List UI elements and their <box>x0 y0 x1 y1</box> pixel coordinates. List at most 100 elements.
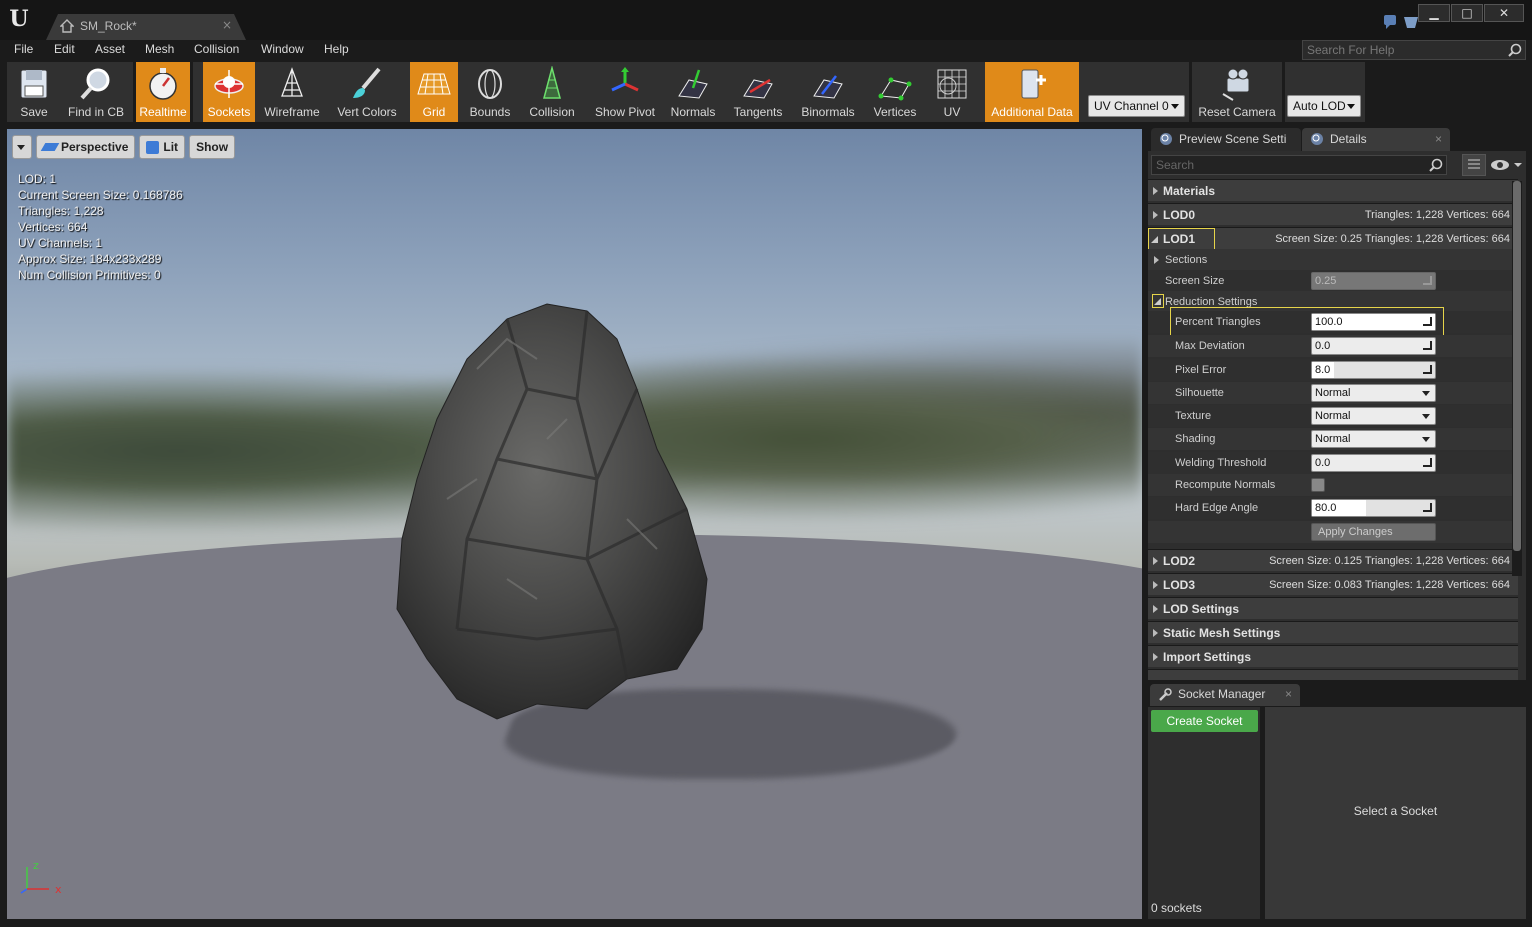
binormals-toggle[interactable]: Binormals <box>797 62 859 122</box>
lit-button[interactable]: Lit <box>139 135 186 159</box>
apply-changes-button[interactable]: Apply Changes <box>1311 523 1436 541</box>
find-in-cb-label: Find in CB <box>67 105 125 119</box>
pixel-error-slider[interactable]: 8.0 <box>1311 361 1436 379</box>
category-materials[interactable]: Materials <box>1148 179 1518 201</box>
collapse-arrow-icon <box>1154 298 1161 305</box>
pixel-error-label: Pixel Error <box>1175 364 1227 376</box>
details-search-input[interactable]: Search <box>1151 155 1447 175</box>
tab-preview-scene-settings[interactable]: Preview Scene Setti <box>1151 128 1301 151</box>
create-socket-button[interactable]: Create Socket <box>1151 710 1258 732</box>
lod2-label: LOD2 <box>1163 554 1196 568</box>
category-lod0[interactable]: LOD0 Triangles: 1,228 Vertices: 664 <box>1148 203 1518 225</box>
normals-toggle[interactable]: Normals <box>667 62 719 122</box>
category-lod2[interactable]: LOD2 Screen Size: 0.125 Triangles: 1,228 … <box>1148 549 1518 571</box>
save-label: Save <box>20 105 48 119</box>
max-deviation-field[interactable]: 0.0 <box>1311 337 1436 355</box>
uv-channel-dropdown[interactable]: UV Channel 0 <box>1088 95 1185 117</box>
viewport-options-button[interactable] <box>12 135 32 159</box>
category-static-mesh-settings[interactable]: Static Mesh Settings <box>1148 621 1518 643</box>
uv-label: UV <box>943 105 961 119</box>
wireframe-icon <box>281 67 303 97</box>
sockets-toggle[interactable]: Sockets <box>203 62 255 122</box>
notification-icons[interactable] <box>1382 14 1422 30</box>
lod3-label: LOD3 <box>1163 578 1196 592</box>
category-import-settings[interactable]: Import Settings <box>1148 645 1518 667</box>
perspective-button[interactable]: Perspective <box>36 135 136 159</box>
binormals-icon <box>813 75 843 99</box>
toolbar-divider <box>190 62 193 122</box>
help-search-input[interactable]: Search For Help <box>1302 40 1526 60</box>
menu-window[interactable]: Window <box>261 42 304 56</box>
rock-mesh[interactable] <box>387 299 717 729</box>
stat-collision-primitives: Num Collision Primitives: 0 <box>18 268 161 282</box>
menu-help[interactable]: Help <box>324 42 349 56</box>
hard-edge-angle-slider[interactable]: 80.0 <box>1311 499 1436 517</box>
show-label: Show <box>196 140 229 154</box>
close-tab-icon[interactable]: × <box>222 18 232 32</box>
unreal-logo-icon[interactable]: U <box>6 6 32 32</box>
eye-icon[interactable] <box>1490 157 1522 173</box>
shading-dropdown[interactable]: Normal <box>1311 430 1436 448</box>
toolbar-divider <box>1189 62 1192 122</box>
realtime-label: Realtime <box>139 105 187 119</box>
document-tab[interactable]: SM_Rock* × <box>46 14 246 40</box>
texture-dropdown[interactable]: Normal <box>1311 407 1436 425</box>
collision-toggle[interactable]: Collision <box>521 62 583 122</box>
reset-camera-button[interactable]: Reset Camera <box>1195 62 1279 122</box>
menu-collision[interactable]: Collision <box>194 42 239 56</box>
view-options-button[interactable] <box>1462 154 1486 176</box>
bounds-toggle[interactable]: Bounds <box>460 62 520 122</box>
menu-mesh[interactable]: Mesh <box>145 42 174 56</box>
viewport[interactable]: Perspective Lit Show LOD: 1 Current Scre… <box>7 129 1142 919</box>
close-tab-icon[interactable]: × <box>1285 684 1292 705</box>
lod2-info: Screen Size: 0.125 Triangles: 1,228 Vert… <box>1269 555 1510 567</box>
row-sections[interactable]: Sections <box>1148 249 1518 271</box>
socket-details: Select a Socket <box>1265 707 1526 919</box>
search-icon <box>1508 43 1522 57</box>
document-tab-title: SM_Rock* <box>80 19 137 33</box>
uv-toggle[interactable]: UV <box>927 62 977 122</box>
details-scrollbar-thumb[interactable] <box>1513 181 1521 551</box>
row-texture: Texture Normal <box>1148 405 1518 427</box>
info-icon <box>1160 133 1172 145</box>
tab-socket-manager[interactable]: Socket Manager × <box>1150 684 1300 706</box>
minimize-button[interactable]: ▁ <box>1418 4 1450 22</box>
axis-gizmo: z x <box>20 859 62 896</box>
wireframe-toggle[interactable]: Wireframe <box>257 62 327 122</box>
welding-threshold-label: Welding Threshold <box>1175 457 1267 469</box>
vertices-toggle[interactable]: Vertices <box>867 62 923 122</box>
search-icon <box>1429 158 1443 172</box>
find-in-cb-button[interactable]: Find in CB <box>61 62 131 122</box>
recompute-normals-checkbox[interactable] <box>1311 478 1325 492</box>
tangents-toggle[interactable]: Tangents <box>727 62 789 122</box>
magnifier-icon <box>80 68 110 100</box>
toolbar-extra: UV Channel 0 Reset Camera Auto LOD <box>1085 62 1365 122</box>
category-partial[interactable] <box>1148 669 1518 680</box>
expand-arrow-icon <box>1154 256 1159 264</box>
menu-asset[interactable]: Asset <box>95 42 125 56</box>
auto-lod-dropdown[interactable]: Auto LOD <box>1287 95 1361 117</box>
socket-list <box>1148 707 1260 919</box>
max-deviation-value: 0.0 <box>1315 340 1331 352</box>
maximize-button[interactable]: □ <box>1451 4 1483 22</box>
save-button[interactable]: Save <box>7 62 61 122</box>
vert-colors-toggle[interactable]: Vert Colors <box>329 62 405 122</box>
viewport-buttons: Perspective Lit Show <box>12 135 236 159</box>
realtime-toggle[interactable]: Realtime <box>136 62 190 122</box>
show-pivot-toggle[interactable]: Show Pivot <box>585 62 665 122</box>
help-search-placeholder: Search For Help <box>1307 43 1395 57</box>
welding-threshold-field[interactable]: 0.0 <box>1311 454 1436 472</box>
menu-file[interactable]: File <box>14 42 33 56</box>
additional-data-toggle[interactable]: Additional Data <box>985 62 1079 122</box>
recompute-normals-label: Recompute Normals <box>1175 479 1276 491</box>
save-icon <box>20 69 48 99</box>
show-button[interactable]: Show <box>189 135 236 159</box>
menu-edit[interactable]: Edit <box>54 42 75 56</box>
category-lod-settings[interactable]: LOD Settings <box>1148 597 1518 619</box>
silhouette-dropdown[interactable]: Normal <box>1311 384 1436 402</box>
close-tab-icon[interactable]: × <box>1435 128 1442 150</box>
category-lod3[interactable]: LOD3 Screen Size: 0.083 Triangles: 1,228 … <box>1148 573 1518 595</box>
tab-details[interactable]: Details × <box>1302 128 1450 151</box>
close-window-button[interactable]: ✕ <box>1484 4 1524 22</box>
grid-toggle[interactable]: Grid <box>410 62 458 122</box>
